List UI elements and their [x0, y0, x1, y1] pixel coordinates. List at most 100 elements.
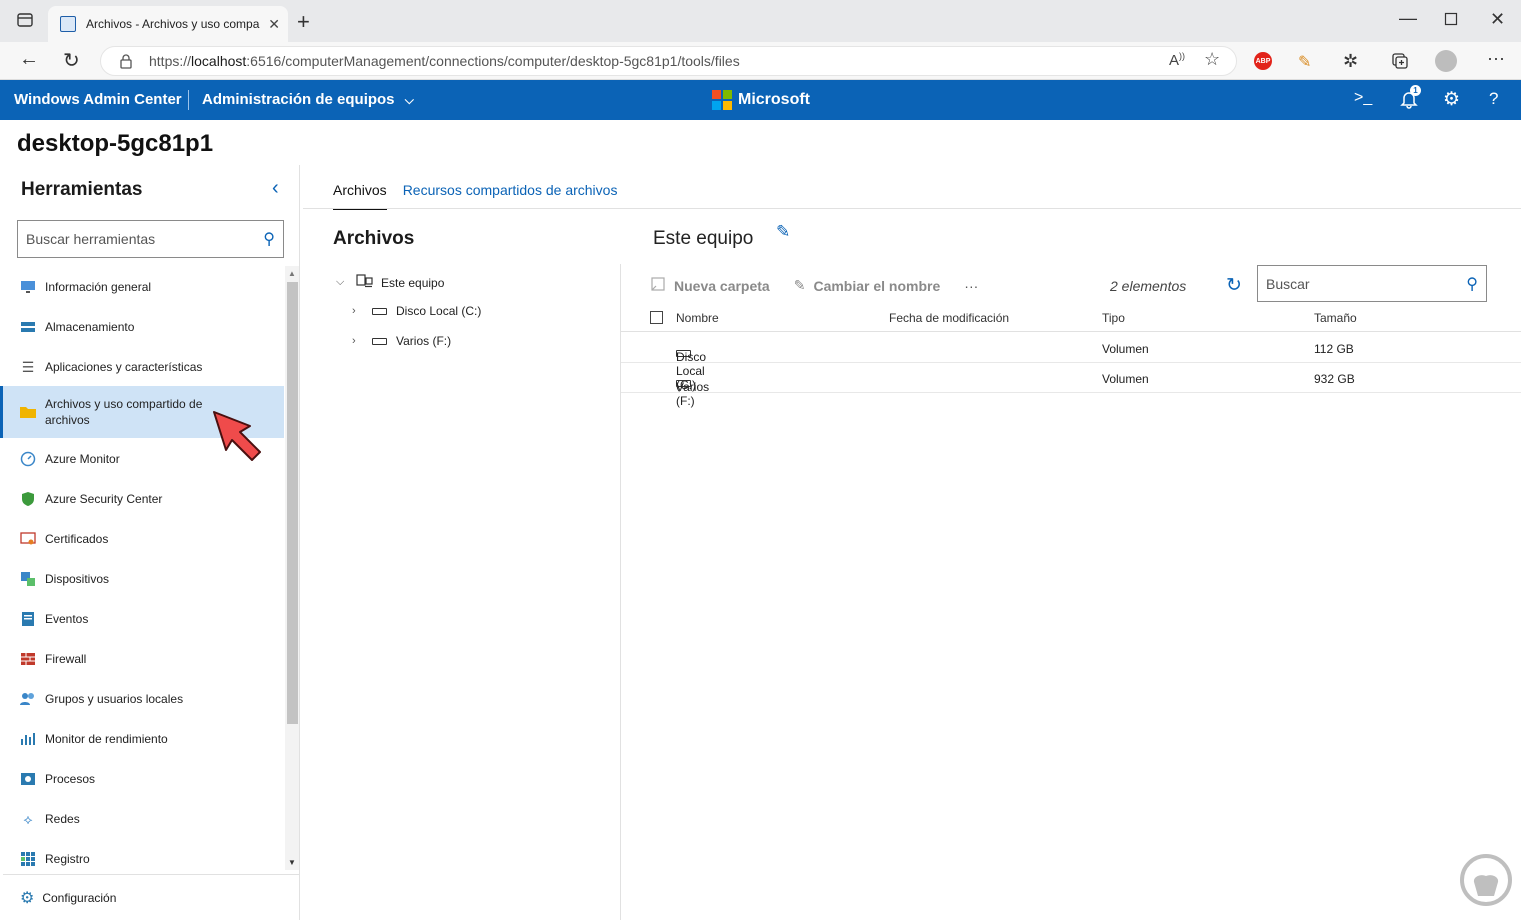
- column-header-type[interactable]: Tipo: [1102, 311, 1125, 325]
- solution-label: Administración de equipos: [202, 91, 395, 108]
- settings-gear-icon[interactable]: ⚙: [1443, 88, 1460, 111]
- search-icon[interactable]: ⚲: [1466, 274, 1478, 294]
- tool-item-label: Redes: [45, 812, 80, 826]
- extension-person-icon[interactable]: ✎: [1298, 52, 1311, 72]
- url-path: :6516/computerManagement/connections/com…: [246, 53, 740, 69]
- tool-item-eventos[interactable]: Eventos: [3, 604, 284, 634]
- tool-item-label: Certificados: [45, 532, 109, 546]
- edit-path-pencil-icon[interactable]: ✎: [776, 222, 790, 242]
- notifications-icon[interactable]: 1: [1400, 85, 1421, 114]
- more-icon[interactable]: ···: [1487, 48, 1505, 69]
- devices-icon: [19, 570, 37, 588]
- notification-count-badge: 1: [1410, 85, 1421, 96]
- tool-item-aplicaciones[interactable]: ☰ Aplicaciones y características: [3, 352, 284, 382]
- file-toolbar: Nueva carpeta ✎ Cambiar el nombre ···: [650, 276, 1002, 295]
- tool-item-label: Eventos: [45, 612, 89, 626]
- tool-item-informacion-general[interactable]: Información general: [3, 272, 284, 302]
- tool-item-certificados[interactable]: Certificados: [3, 524, 284, 554]
- tool-search-box[interactable]: ⚲: [17, 220, 284, 258]
- sidebar-toggle-icon[interactable]: [16, 11, 34, 34]
- settings-item[interactable]: ⚙ Configuración: [3, 874, 300, 920]
- tool-item-grupos-usuarios[interactable]: Grupos y usuarios locales: [3, 684, 284, 714]
- watermark-logo-icon: [1458, 852, 1514, 917]
- tab-favicon-icon: [60, 16, 76, 32]
- tool-item-firewall[interactable]: Firewall: [3, 644, 284, 674]
- refresh-icon[interactable]: ↻: [63, 48, 80, 73]
- scrollbar-thumb[interactable]: [287, 282, 298, 724]
- tool-list-scrollbar[interactable]: ▲ ▼: [285, 266, 299, 870]
- tool-item-label: Aplicaciones y características: [45, 360, 203, 374]
- drive-icon: [372, 337, 387, 345]
- search-icon[interactable]: ⚲: [263, 229, 275, 249]
- shield-icon: [19, 490, 37, 508]
- new-tab-icon[interactable]: +: [297, 9, 310, 35]
- more-actions-button[interactable]: ···: [964, 278, 978, 294]
- folder-icon: [19, 403, 37, 421]
- row-name[interactable]: Varios (F:): [676, 380, 709, 408]
- extension-icon[interactable]: ✲: [1343, 51, 1358, 72]
- minimize-icon[interactable]: —: [1399, 8, 1417, 29]
- close-tab-icon[interactable]: ✕: [268, 16, 280, 33]
- tab-recursos-compartidos[interactable]: Recursos compartidos de archivos: [403, 182, 618, 210]
- file-table-header: Nombre Fecha de modificación Tipo Tamaño: [621, 304, 1521, 332]
- help-icon[interactable]: ?: [1489, 89, 1498, 109]
- tree-item-disco-c[interactable]: › Disco Local (C:): [352, 304, 481, 318]
- tool-item-registro[interactable]: Registro: [3, 844, 284, 870]
- favorite-icon[interactable]: ☆: [1204, 49, 1220, 70]
- column-header-name[interactable]: Nombre: [676, 311, 719, 325]
- collections-icon[interactable]: [1390, 51, 1410, 76]
- read-aloud-icon[interactable]: A)): [1169, 51, 1185, 69]
- app-brand[interactable]: Windows Admin Center: [14, 91, 182, 108]
- tree-root[interactable]: ⌵ Este equipo: [336, 274, 444, 291]
- tab-archivos[interactable]: Archivos: [333, 182, 387, 210]
- back-icon[interactable]: ←: [19, 48, 39, 71]
- url-scheme: https://: [149, 53, 192, 69]
- tool-item-label: Firewall: [45, 652, 87, 666]
- collapse-chevron-icon[interactable]: ‹: [272, 177, 279, 200]
- drive-icon: [372, 307, 387, 315]
- close-window-icon[interactable]: ✕: [1490, 9, 1505, 30]
- table-row[interactable]: Varios (F:) Volumen 932 GB: [621, 363, 1521, 408]
- tool-item-procesos[interactable]: Procesos: [3, 764, 284, 794]
- powershell-icon[interactable]: >_: [1354, 89, 1372, 107]
- tool-item-monitor-rendimiento[interactable]: Monitor de rendimiento: [3, 724, 284, 754]
- settings-gear-icon: ⚙: [20, 889, 35, 907]
- browser-tab-bar: Archivos - Archivos y uso compa ✕ + — ✕: [0, 0, 1521, 42]
- tool-item-almacenamiento[interactable]: Almacenamiento: [3, 312, 284, 342]
- scroll-up-icon[interactable]: ▲: [288, 269, 296, 278]
- settings-label: Configuración: [42, 890, 117, 905]
- tree-item-varios-f[interactable]: › Varios (F:): [352, 334, 451, 348]
- chevron-right-icon[interactable]: ›: [352, 335, 366, 347]
- tool-item-label: Procesos: [45, 772, 96, 786]
- storage-icon: [19, 318, 37, 336]
- maximize-icon[interactable]: [1444, 10, 1458, 31]
- column-header-size[interactable]: Tamaño: [1314, 311, 1357, 325]
- chevron-right-icon[interactable]: ›: [352, 305, 366, 317]
- adblock-icon[interactable]: ABP: [1254, 52, 1272, 70]
- file-search-box[interactable]: ⚲: [1257, 265, 1487, 302]
- tool-item-label: Archivos y uso compartido de archivos: [45, 397, 203, 427]
- tool-item-redes[interactable]: ⟡ Redes: [3, 804, 284, 834]
- tab-title: Archivos - Archivos y uso compa: [86, 17, 260, 31]
- solution-selector[interactable]: Administración de equipos ⌵: [202, 91, 414, 108]
- column-header-modified[interactable]: Fecha de modificación: [889, 311, 1009, 325]
- rename-button[interactable]: ✎ Cambiar el nombre: [794, 277, 941, 294]
- profile-icon[interactable]: [1435, 50, 1457, 72]
- refresh-icon[interactable]: ↻: [1226, 274, 1242, 297]
- table-row[interactable]: Disco Local (C:) Volumen 112 GB: [621, 333, 1521, 392]
- scroll-down-icon[interactable]: ▼: [288, 858, 296, 867]
- row-size: 112 GB: [1314, 342, 1354, 356]
- url-field[interactable]: https://localhost:6516/computerManagemen…: [100, 46, 1237, 76]
- tool-search-input[interactable]: [26, 231, 264, 247]
- item-count: 2 elementos: [1110, 278, 1187, 294]
- page-title: desktop-5gc81p1: [17, 130, 214, 157]
- chevron-down-icon[interactable]: ⌵: [336, 276, 350, 289]
- new-folder-button[interactable]: Nueva carpeta: [650, 276, 770, 295]
- browser-tab[interactable]: Archivos - Archivos y uso compa ✕: [48, 6, 288, 42]
- file-search-input[interactable]: [1266, 275, 1467, 292]
- tool-item-dispositivos[interactable]: Dispositivos: [3, 564, 284, 594]
- select-all-checkbox[interactable]: [650, 311, 663, 324]
- tool-item-azure-security[interactable]: Azure Security Center: [3, 484, 284, 514]
- processes-icon: [19, 770, 37, 788]
- lock-icon[interactable]: [119, 53, 133, 72]
